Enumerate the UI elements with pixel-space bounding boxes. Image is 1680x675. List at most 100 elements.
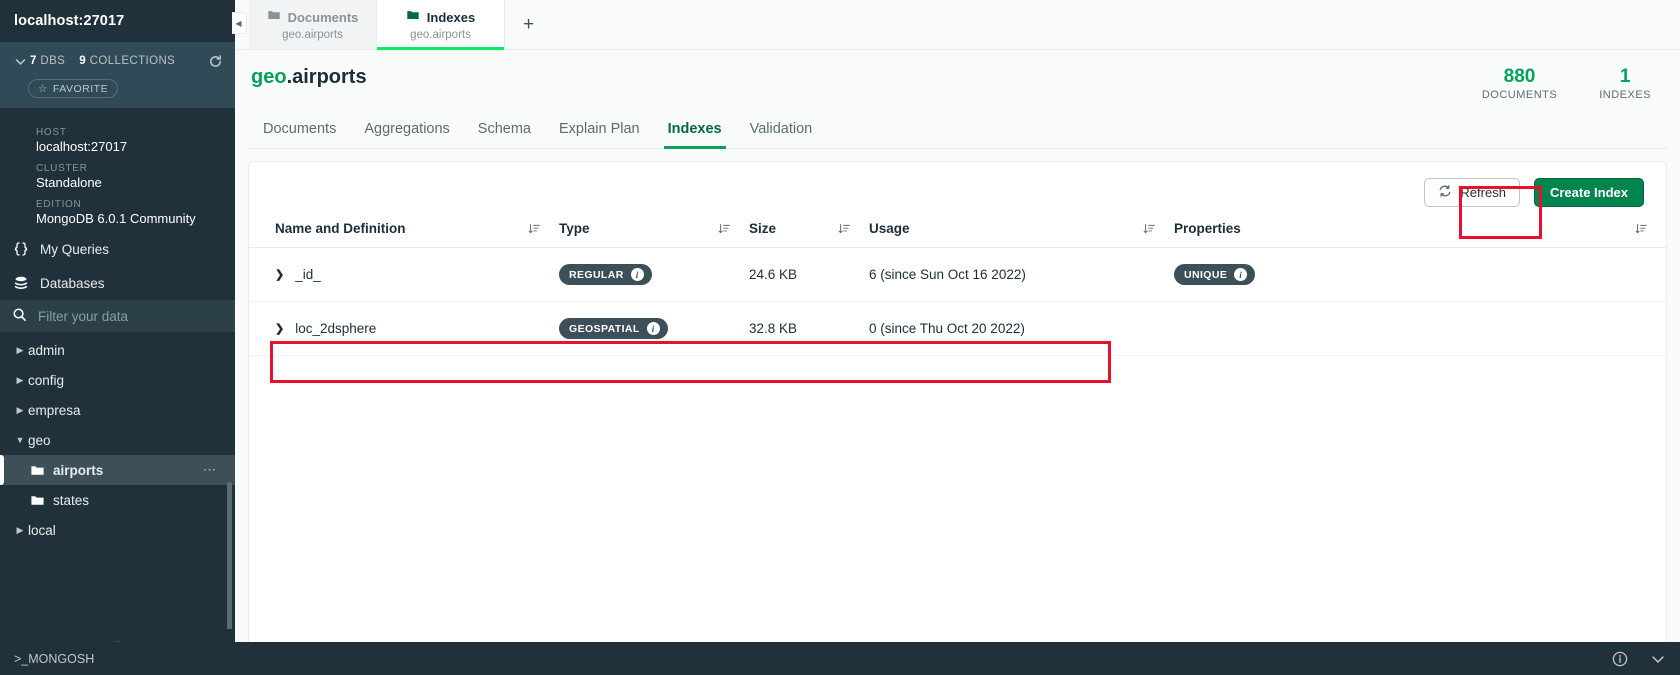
- chevron-left-icon: ◀: [231, 12, 247, 34]
- column-header-type[interactable]: Type: [559, 217, 749, 248]
- refresh-button[interactable]: Refresh: [1424, 178, 1520, 207]
- index-name: _id_: [295, 267, 321, 282]
- subtab-schema[interactable]: Schema: [464, 121, 545, 148]
- expand-row-icon[interactable]: ❯: [275, 322, 284, 335]
- connection-title: localhost:27017: [14, 13, 125, 29]
- info-icon[interactable]: i: [630, 268, 644, 281]
- tree-item-empresa[interactable]: ▶ empresa: [0, 395, 235, 425]
- filter-your-data-input[interactable]: Filter your data: [0, 300, 235, 332]
- stat-value: 880: [1503, 66, 1536, 87]
- type-label: GEOSPATIAL: [569, 322, 640, 335]
- chevron-right-icon: ▶: [16, 344, 24, 355]
- tree-item-config[interactable]: ▶ config: [0, 365, 235, 395]
- favorite-label: FAVORITE: [52, 82, 109, 95]
- subtab-aggregations[interactable]: Aggregations: [350, 121, 463, 148]
- edition-label: EDITION: [36, 199, 82, 210]
- chevron-right-icon: ▶: [16, 374, 24, 385]
- connection-summary: 7 DBS 9 COLLECTIONS ☆ FAVORITE: [0, 42, 235, 108]
- workspace-tab-bar: ◀ Documents geo.airports Indexes geo.air…: [231, 0, 1680, 50]
- sidebar-scrollbar[interactable]: [227, 482, 232, 629]
- tab-label: Documents: [287, 10, 359, 25]
- sort-icon[interactable]: [528, 222, 541, 235]
- table-row[interactable]: ❯ _id_ REGULAR i 24.6 KB 6 (since Sun Oc…: [249, 247, 1666, 302]
- info-icon[interactable]: i: [1234, 268, 1248, 281]
- tab-documents[interactable]: Documents geo.airports: [249, 0, 377, 49]
- refresh-connection-icon[interactable]: [208, 54, 223, 69]
- database-tree: ▶ admin ▶ config ▶ empresa ▼ geo airport…: [0, 332, 235, 629]
- subtab-documents[interactable]: Documents: [251, 121, 350, 148]
- index-name: loc_2dsphere: [295, 321, 377, 336]
- column-header-name[interactable]: Name and Definition: [249, 217, 559, 248]
- stat-label: INDEXES: [1599, 89, 1651, 101]
- table-body: ❯ _id_ REGULAR i 24.6 KB 6 (since Sun Oc…: [249, 247, 1666, 356]
- tree-item-label: empresa: [28, 402, 81, 418]
- folder-icon: [406, 8, 420, 27]
- status-bar: >_MONGOSH: [0, 642, 1680, 675]
- table-row[interactable]: ❯ loc_2dsphere GEOSPATIAL i 32.8 KB 0 (s…: [249, 301, 1666, 356]
- subtab-explain-plan[interactable]: Explain Plan: [545, 121, 654, 148]
- type-badge: GEOSPATIAL i: [559, 318, 668, 339]
- search-icon: [12, 307, 27, 325]
- folder-icon: [30, 463, 45, 478]
- table-header: Name and Definition Type Size Usage Prop…: [249, 217, 1666, 248]
- table-header-row: Name and Definition Type Size Usage Prop…: [249, 217, 1666, 248]
- sidebar-item-my-queries[interactable]: My Queries: [0, 232, 235, 266]
- active-indicator: [0, 455, 4, 485]
- sort-icon[interactable]: [1143, 222, 1156, 235]
- filter-placeholder: Filter your data: [38, 308, 129, 324]
- indexes-panel: Refresh Create Index Name and Definition: [248, 161, 1667, 663]
- property-label: UNIQUE: [1184, 268, 1228, 281]
- collapse-sidebar-button[interactable]: ◀: [231, 0, 249, 49]
- database-counts-row: 7 DBS 9 COLLECTIONS: [0, 50, 235, 72]
- subtab-validation[interactable]: Validation: [736, 121, 827, 148]
- collection-count: 9 COLLECTIONS: [79, 55, 176, 67]
- indexes-table: Name and Definition Type Size Usage Prop…: [249, 217, 1666, 356]
- tree-item-label: geo: [28, 432, 51, 448]
- column-label: Name and Definition: [275, 221, 406, 236]
- new-tab-button[interactable]: +: [505, 0, 552, 49]
- tab-label: Indexes: [426, 10, 476, 25]
- collection-options-icon[interactable]: ⋯: [203, 462, 217, 478]
- tree-item-local[interactable]: ▶ local: [0, 515, 235, 545]
- index-usage-cell: 0 (since Thu Oct 20 2022): [869, 301, 1174, 356]
- column-header-properties[interactable]: Properties: [1174, 217, 1666, 248]
- column-label: Size: [749, 221, 777, 236]
- db-count: 7 DBS: [30, 55, 66, 67]
- tree-item-admin[interactable]: ▶ admin: [0, 335, 235, 365]
- tree-item-label: config: [28, 372, 65, 388]
- database-icon: [12, 275, 29, 291]
- column-header-size[interactable]: Size: [749, 217, 869, 248]
- braces-icon: [12, 241, 29, 257]
- index-type-cell: REGULAR i: [559, 247, 749, 302]
- info-icon[interactable]: [1612, 651, 1628, 667]
- column-header-usage[interactable]: Usage: [869, 217, 1174, 248]
- mongosh-shell-button[interactable]: >_MONGOSH: [14, 652, 94, 666]
- refresh-icon: [1438, 184, 1452, 201]
- info-icon[interactable]: i: [646, 322, 660, 335]
- sidebar-item-label: Databases: [40, 275, 105, 291]
- tree-item-geo[interactable]: ▼ geo: [0, 425, 235, 455]
- sort-icon[interactable]: [718, 222, 731, 235]
- favorite-button[interactable]: ☆ FAVORITE: [28, 79, 119, 98]
- tab-indexes[interactable]: Indexes geo.airports: [377, 0, 505, 50]
- sort-icon[interactable]: [1635, 222, 1648, 235]
- main-content: ◀ Documents geo.airports Indexes geo.air…: [231, 0, 1680, 675]
- sidebar-item-label: My Queries: [40, 241, 110, 257]
- subtab-indexes[interactable]: Indexes: [654, 121, 736, 149]
- chevron-down-icon[interactable]: [12, 53, 28, 69]
- create-index-button[interactable]: Create Index: [1533, 178, 1644, 207]
- column-label: Type: [559, 221, 590, 236]
- connection-info: HOST localhost:27017 CLUSTER Standalone …: [0, 108, 235, 232]
- sidebar-item-databases[interactable]: Databases: [0, 266, 235, 300]
- collection-subtabs: Documents Aggregations Schema Explain Pl…: [248, 121, 1667, 149]
- chevron-down-icon[interactable]: [1650, 651, 1666, 667]
- sort-icon[interactable]: [838, 222, 851, 235]
- tab-namespace: geo.airports: [410, 29, 471, 41]
- stat-indexes: 1 INDEXES: [1599, 66, 1651, 101]
- expand-row-icon[interactable]: ❯: [275, 268, 284, 281]
- tree-item-states[interactable]: states: [0, 485, 235, 515]
- indexes-toolbar: Refresh Create Index: [249, 162, 1666, 217]
- tree-item-airports[interactable]: airports ⋯: [0, 455, 235, 485]
- page-title: geo.airports: [248, 66, 367, 89]
- index-type-cell: GEOSPATIAL i: [559, 301, 749, 356]
